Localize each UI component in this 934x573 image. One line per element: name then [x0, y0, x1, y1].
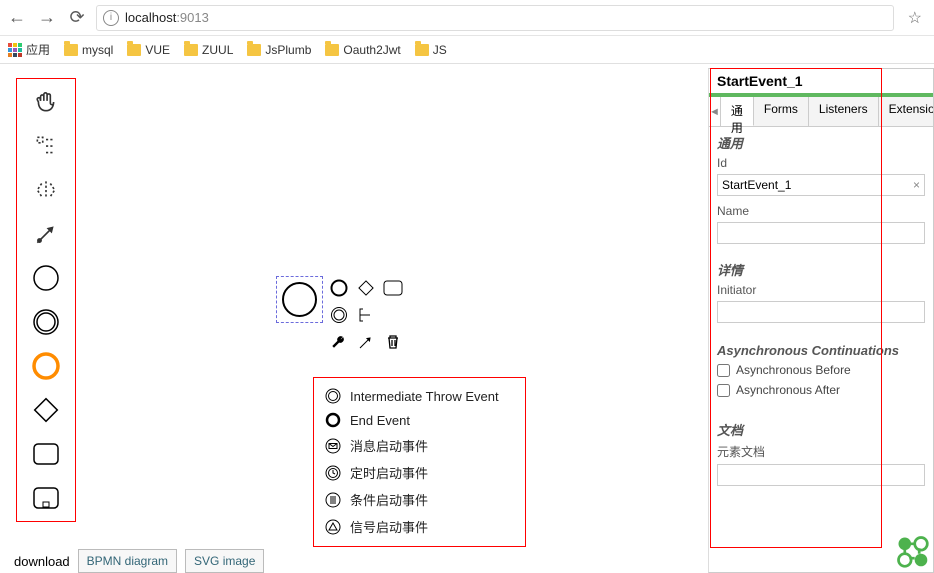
- bookmark-js[interactable]: JS: [415, 43, 447, 57]
- folder-icon: [415, 44, 429, 56]
- pad-end-event[interactable]: [327, 276, 351, 300]
- input-id[interactable]: StartEvent_1×: [717, 174, 925, 196]
- context-pad: [327, 276, 405, 354]
- tab-scroll-left[interactable]: ◄: [709, 97, 721, 126]
- url-host: localhost: [125, 10, 176, 25]
- pad-task[interactable]: [381, 276, 405, 300]
- signal-icon: [324, 519, 342, 535]
- bookmark-zuul[interactable]: ZUUL: [184, 43, 233, 57]
- folder-icon: [325, 44, 339, 56]
- label-id: Id: [709, 154, 933, 172]
- apps-button[interactable]: 应用: [8, 41, 50, 58]
- info-icon[interactable]: i: [103, 10, 119, 26]
- tool-palette: [16, 78, 76, 522]
- popup-item-conditional-start[interactable]: 条件启动事件: [314, 486, 525, 513]
- folder-icon: [64, 44, 78, 56]
- popup-item-signal-start[interactable]: 信号启动事件: [314, 513, 525, 540]
- bookmarks-bar: 应用 mysql VUE ZUUL JsPlumb Oauth2Jwt JS: [0, 36, 934, 64]
- tab-forms[interactable]: Forms: [754, 97, 809, 126]
- popup-item-intermediate-throw[interactable]: Intermediate Throw Event: [314, 384, 525, 408]
- forward-button[interactable]: →: [36, 7, 58, 29]
- bookmark-vue[interactable]: VUE: [127, 43, 170, 57]
- tool-lasso[interactable]: [27, 129, 65, 163]
- timer-icon: [324, 465, 342, 481]
- panel-title: StartEvent_1: [709, 69, 933, 97]
- star-icon[interactable]: ☆: [902, 8, 928, 28]
- bookmark-oauth2jwt[interactable]: Oauth2Jwt: [325, 43, 400, 57]
- section-docs: 文档: [709, 414, 933, 441]
- reload-button[interactable]: ⟳: [66, 7, 88, 29]
- tool-gateway[interactable]: [27, 393, 65, 427]
- double-circle-icon: [324, 388, 342, 404]
- apps-icon: [8, 43, 22, 57]
- pad-gateway[interactable]: [354, 276, 378, 300]
- folder-icon: [247, 44, 261, 56]
- tool-task[interactable]: [27, 437, 65, 471]
- clear-icon[interactable]: ×: [913, 178, 920, 192]
- thick-circle-icon: [324, 412, 342, 428]
- label-docs: 元素文档: [709, 441, 933, 462]
- folder-icon: [184, 44, 198, 56]
- download-label: download: [14, 554, 70, 569]
- input-docs[interactable]: [717, 464, 925, 486]
- pad-delete[interactable]: [381, 330, 405, 354]
- tool-hand[interactable]: [27, 85, 65, 119]
- pad-wrench[interactable]: [327, 330, 351, 354]
- url-port: :9013: [176, 10, 209, 25]
- label-name: Name: [709, 202, 933, 220]
- popup-item-end-event[interactable]: End Event: [314, 408, 525, 432]
- folder-icon: [127, 44, 141, 56]
- apps-label: 应用: [26, 41, 50, 58]
- properties-panel: StartEvent_1 ◄ 通用 Forms Listeners Extens…: [708, 68, 934, 573]
- bookmark-mysql[interactable]: mysql: [64, 43, 113, 57]
- tab-extensions[interactable]: Extensions: [879, 97, 934, 126]
- pad-annotation[interactable]: [354, 303, 378, 327]
- download-row: download BPMN diagram SVG image: [14, 549, 264, 573]
- back-button[interactable]: ←: [6, 7, 28, 29]
- pad-connect[interactable]: [354, 330, 378, 354]
- canvas-start-event[interactable]: [276, 276, 323, 323]
- tool-intermediate-event[interactable]: [27, 349, 65, 383]
- tool-space[interactable]: [27, 173, 65, 207]
- download-svg-button[interactable]: SVG image: [185, 549, 264, 573]
- popup-item-message-start[interactable]: 消息启动事件: [314, 432, 525, 459]
- bookmark-jsplumb[interactable]: JsPlumb: [247, 43, 311, 57]
- popup-item-timer-start[interactable]: 定时启动事件: [314, 459, 525, 486]
- message-icon: [324, 438, 342, 454]
- tool-start-event[interactable]: [27, 261, 65, 295]
- bpmn-logo-icon: [894, 533, 930, 569]
- browser-nav: ← → ⟳ i localhost:9013 ☆: [0, 0, 934, 36]
- workspace: Intermediate Throw Event End Event 消息启动事…: [0, 64, 934, 573]
- address-bar[interactable]: i localhost:9013: [96, 5, 894, 31]
- checkbox-async-before[interactable]: Asynchronous Before: [709, 360, 933, 380]
- replace-popup: Intermediate Throw Event End Event 消息启动事…: [313, 377, 526, 547]
- tool-connect[interactable]: [27, 217, 65, 251]
- tab-general[interactable]: 通用: [721, 97, 754, 126]
- input-name[interactable]: [717, 222, 925, 244]
- panel-tabs: ◄ 通用 Forms Listeners Extensions: [709, 97, 933, 127]
- label-initiator: Initiator: [709, 281, 933, 299]
- section-async: Asynchronous Continuations: [709, 337, 933, 360]
- tool-subprocess[interactable]: [27, 481, 65, 515]
- section-details: 详情: [709, 254, 933, 281]
- conditional-icon: [324, 492, 342, 508]
- input-initiator[interactable]: [717, 301, 925, 323]
- download-bpmn-button[interactable]: BPMN diagram: [78, 549, 177, 573]
- pad-intermediate[interactable]: [327, 303, 351, 327]
- checkbox-async-after[interactable]: Asynchronous After: [709, 380, 933, 400]
- tab-listeners[interactable]: Listeners: [809, 97, 879, 126]
- tool-end-event[interactable]: [27, 305, 65, 339]
- start-event-circle-icon: [282, 282, 317, 317]
